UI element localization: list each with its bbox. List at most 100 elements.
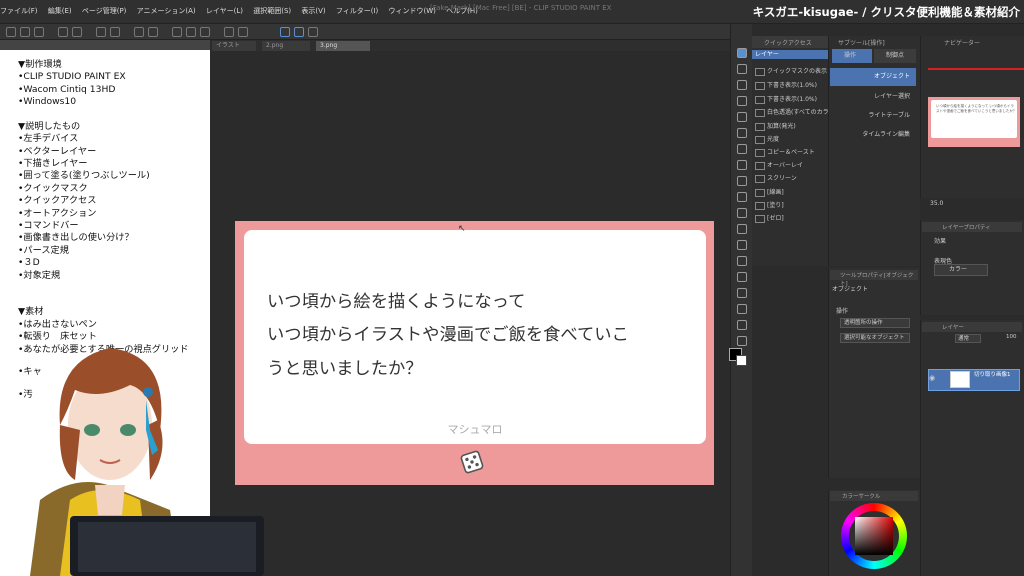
transform-tool-icon[interactable] (737, 112, 747, 122)
transparent-operation-select[interactable]: 透明箇所の操作 (840, 318, 910, 328)
invert-selection-icon[interactable] (186, 27, 196, 37)
open-icon[interactable] (20, 27, 30, 37)
menu-view[interactable]: 表示(V) (301, 6, 325, 16)
note-line: •画像書き出しの使い分け？ (18, 232, 134, 243)
transform-icon[interactable] (134, 27, 144, 37)
new-icon[interactable] (6, 27, 16, 37)
menu-layer[interactable]: レイヤー(L) (206, 6, 243, 16)
save-icon[interactable] (34, 27, 44, 37)
quick-access-item[interactable]: 白色透過(すべてのカラー) (755, 107, 837, 117)
quick-access-header: クイックアクセス (752, 36, 828, 48)
layer-name: 切り取り画像1 (974, 372, 1011, 378)
scale-icon[interactable] (148, 27, 158, 37)
undo-icon[interactable] (58, 27, 68, 37)
blend-mode-select[interactable]: 通常 (955, 334, 981, 343)
operation-label: 操作 (836, 308, 849, 315)
snap-ruler-icon[interactable] (224, 27, 234, 37)
eye-icon[interactable]: ◉ (929, 374, 935, 382)
expression-color-select[interactable]: カラー (934, 264, 988, 276)
navigator-view-frame (928, 68, 1024, 70)
quick-access-item[interactable]: クイックマスクの表示 (755, 66, 827, 76)
quick-access-item[interactable]: スクリーン (755, 173, 797, 183)
note-line: •クイックアクセス (18, 195, 97, 206)
command-bar (0, 24, 730, 40)
menu-window[interactable]: ウィンドウ(W) (389, 6, 436, 16)
mouse-cursor-icon: ↖ (458, 224, 466, 234)
gradient-tool-icon[interactable] (737, 272, 747, 282)
note-line: ▼説明したもの (18, 121, 81, 132)
eraser-tool-icon[interactable] (737, 224, 747, 234)
sub-color-swatch[interactable] (736, 355, 747, 366)
menu: ファイル(F) 編集(E) ページ管理(P) アニメーション(A) レイヤー(L… (0, 6, 486, 20)
note-line: •クイックマスク (18, 183, 88, 194)
quick-access-selected[interactable]: レイヤー (752, 50, 828, 59)
note-line: •Wacom Cintiq 13HD (18, 84, 116, 95)
quick-access-item[interactable]: 加算(発光) (755, 121, 796, 131)
quick-access-item[interactable]: [線画] (755, 187, 784, 197)
marshmallow-brand: マシュマロ (447, 423, 503, 436)
quick-access-item[interactable]: [塗り] (755, 200, 784, 210)
sub-tool-tab-operation[interactable]: 操作 (832, 49, 872, 63)
brush-icon[interactable] (294, 27, 304, 37)
redo-icon[interactable] (72, 27, 82, 37)
tab-3png[interactable]: 3.png (316, 41, 370, 51)
move-tool-icon[interactable] (737, 64, 747, 74)
lasso-tool-icon[interactable] (737, 96, 747, 106)
dice-icon (460, 450, 484, 474)
quick-access-item[interactable]: 下書き表示(1.0%) (755, 94, 817, 104)
fill-tool-icon[interactable] (737, 256, 747, 266)
pen-icon[interactable] (280, 27, 290, 37)
note-line: •CLIP STUDIO PAINT EX (18, 71, 126, 82)
saturation-value-square[interactable] (855, 517, 893, 555)
menu-animation[interactable]: アニメーション(A) (137, 6, 196, 16)
menu-file[interactable]: ファイル(F) (0, 6, 38, 16)
sub-tool-tab-control-point[interactable]: 制御点 (874, 49, 916, 63)
pen-tool-icon[interactable] (737, 144, 747, 154)
selectable-object-select[interactable]: 選択可能なオブジェクト (840, 333, 910, 343)
notes-header-bar (0, 40, 210, 50)
airbrush-tool-icon[interactable] (737, 192, 747, 202)
navigator-preview-text: いつ頃から絵を描くようになって いつ頃からイラストや漫画でご飯を食べていこうと思… (931, 100, 1017, 138)
menu-selection[interactable]: 選択範囲(S) (253, 6, 291, 16)
zoom-tool-icon[interactable] (737, 48, 747, 58)
balloon-tool-icon[interactable] (737, 336, 747, 346)
sub-tool-object[interactable]: オブジェクト (830, 68, 916, 86)
menu-edit[interactable]: 編集(E) (48, 6, 72, 16)
eyedropper-tool-icon[interactable] (737, 128, 747, 138)
layer-thumbnail (950, 371, 970, 388)
figure-tool-icon[interactable] (737, 288, 747, 298)
frame-tool-icon[interactable] (737, 304, 747, 314)
tab-illust[interactable]: イラスト (212, 41, 256, 51)
clear-icon[interactable] (96, 27, 106, 37)
pencil-tool-icon[interactable] (737, 160, 747, 170)
quick-access-item[interactable]: [ゼロ] (755, 213, 784, 223)
tab-2png[interactable]: 2.png (262, 41, 310, 51)
note-line: •パース定規 (18, 245, 69, 256)
quick-access-item[interactable]: 下書き表示(1.0%) (755, 80, 817, 90)
quick-access-item[interactable]: オーバーレイ (755, 160, 803, 170)
sub-tool-timeline[interactable]: タイムライン編集 (830, 126, 916, 144)
quick-access-item[interactable]: コピー＆ペースト (755, 147, 815, 157)
brush-tool-icon[interactable] (737, 176, 747, 186)
eraser-icon[interactable] (308, 27, 318, 37)
selection-border-icon[interactable] (200, 27, 210, 37)
zoom-value[interactable]: 35.0 (930, 200, 943, 207)
tool-property-header: ツールプロパティ[オブジェクト] (830, 270, 918, 287)
effect-label: 効果 (934, 238, 947, 245)
tool-property-title: オブジェクト (832, 286, 869, 293)
opacity-value[interactable]: 100 (1006, 334, 1017, 340)
navigator-header: ナビゲーター (944, 40, 981, 47)
menu-page[interactable]: ページ管理(P) (82, 6, 127, 16)
menu-filter[interactable]: フィルター(I) (336, 6, 378, 16)
fill-icon[interactable] (110, 27, 120, 37)
note-line: •コマンドバー (18, 220, 79, 231)
text-tool-icon[interactable] (737, 320, 747, 330)
quick-access-item[interactable]: 光度 (755, 134, 779, 144)
select-tool-icon[interactable] (737, 80, 747, 90)
deselect-icon[interactable] (172, 27, 182, 37)
decoration-tool-icon[interactable] (737, 208, 747, 218)
blend-tool-icon[interactable] (737, 240, 747, 250)
snap-grid-icon[interactable] (238, 27, 248, 37)
sub-tool-light-table[interactable]: ライトテーブル (830, 107, 916, 125)
sub-tool-layer-select[interactable]: レイヤー選択 (830, 88, 916, 106)
